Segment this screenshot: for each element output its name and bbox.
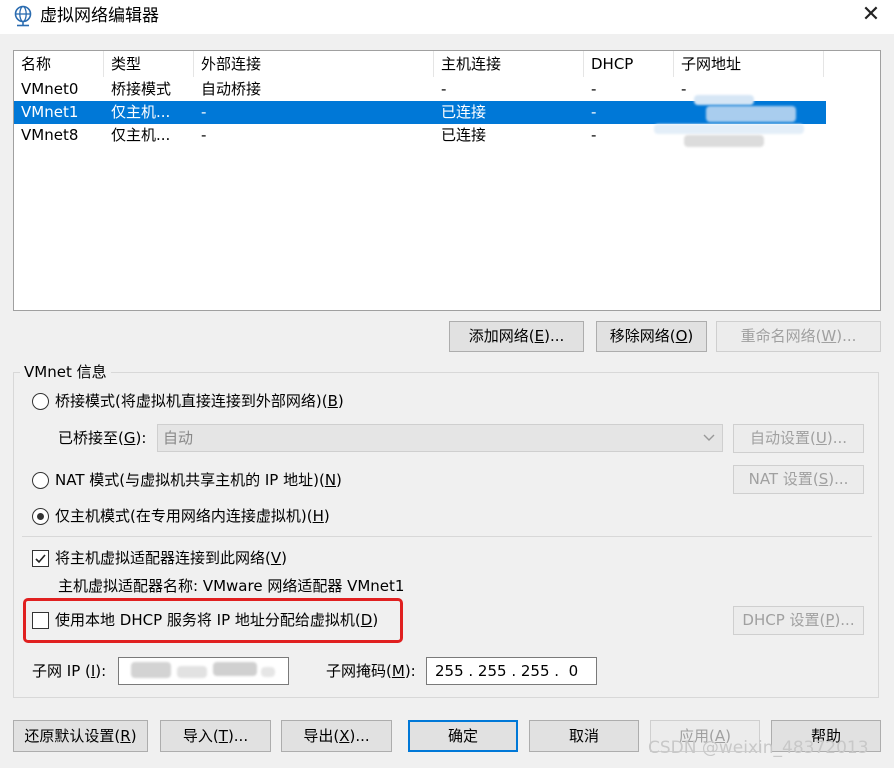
column-header-dhcp[interactable]: DHCP [584, 51, 674, 77]
auto-settings-button[interactable]: 自动设置(U)... [733, 424, 864, 453]
cell-dhcp: - [591, 126, 597, 144]
import-button[interactable]: 导入(T)... [160, 720, 271, 752]
column-header-external[interactable]: 外部连接 [194, 51, 434, 77]
cell-name: VMnet0 [21, 80, 79, 98]
red-highlight-box [23, 598, 403, 643]
cell-host: 已连接 [441, 103, 487, 121]
network-globe-icon [14, 5, 32, 27]
host-only-mode-radio[interactable] [32, 508, 49, 525]
cell-name: VMnet1 [21, 103, 79, 121]
cell-name: VMnet8 [21, 126, 79, 144]
checkmark-icon [35, 554, 46, 564]
vmnet-info-group [13, 372, 879, 698]
network-list[interactable]: 名称 类型 外部连接 主机连接 DHCP 子网地址 VMnet0 桥接模式 自动… [13, 50, 881, 311]
column-header-host[interactable]: 主机连接 [434, 51, 584, 77]
bridged-mode-label[interactable]: 桥接模式(将虚拟机直接连接到外部网络)(B) [55, 390, 344, 412]
subnet-ip-label: 子网 IP (I): [32, 662, 107, 680]
cell-external: 自动桥接 [201, 80, 262, 98]
column-header-type[interactable]: 类型 [104, 51, 194, 77]
ok-button[interactable]: 确定 [408, 720, 518, 752]
cell-dhcp: - [591, 80, 597, 98]
vmnet-info-title: VMnet 信息 [20, 362, 111, 382]
host-only-mode-label[interactable]: 仅主机模式(在专用网络内连接虚拟机)(H) [55, 505, 330, 527]
dhcp-settings-button[interactable]: DHCP 设置(P)... [733, 606, 864, 635]
cell-subnet: - [681, 80, 687, 98]
cell-type: 仅主机... [111, 126, 171, 144]
restore-defaults-button[interactable]: 还原默认设置(R) [13, 720, 148, 752]
connect-adapter-label[interactable]: 将主机虚拟适配器连接到此网络(V) [55, 547, 287, 569]
subnet-mask-value: 255 . 255 . 255 . 0 [435, 662, 579, 680]
subnet-mask-input[interactable]: 255 . 255 . 255 . 0 [426, 657, 597, 685]
watermark-text: CSDN @weixin_48372013 [648, 738, 869, 758]
cell-type: 仅主机... [111, 103, 171, 121]
rename-network-button[interactable]: 重命名网络(W)... [716, 321, 881, 352]
list-header: 名称 类型 外部连接 主机连接 DHCP 子网地址 [14, 51, 880, 77]
nat-mode-label[interactable]: NAT 模式(与虚拟机共享主机的 IP 地址)(N) [55, 469, 342, 491]
cell-dhcp: - [591, 103, 597, 121]
nat-mode-radio[interactable] [32, 472, 49, 489]
cell-external: - [201, 103, 207, 121]
cell-host: - [441, 80, 447, 98]
connect-adapter-checkbox[interactable] [32, 550, 49, 567]
adapter-name-text: 主机虚拟适配器名称: VMware 网络适配器 VMnet1 [58, 577, 405, 595]
nat-settings-button[interactable]: NAT 设置(S)... [733, 465, 864, 494]
section-divider [22, 536, 872, 537]
column-header-subnet[interactable]: 子网地址 [674, 51, 824, 77]
cell-external: - [201, 126, 207, 144]
bridged-to-select[interactable]: 自动 [157, 424, 723, 452]
cell-type: 桥接模式 [111, 80, 172, 98]
add-network-button[interactable]: 添加网络(E)... [449, 321, 584, 352]
title-bar: 虚拟网络编辑器 ✕ [0, 0, 894, 34]
radio-selected-dot [36, 512, 44, 520]
cell-host: 已连接 [441, 126, 487, 144]
chevron-down-icon [703, 434, 715, 441]
cell-subnet [674, 101, 681, 124]
bridged-to-value: 自动 [163, 429, 194, 447]
export-button[interactable]: 导出(X)... [281, 720, 392, 752]
close-button[interactable]: ✕ [852, 0, 890, 30]
cancel-button[interactable]: 取消 [529, 720, 639, 752]
subnet-ip-input[interactable] [118, 657, 289, 685]
bridged-to-label: 已桥接至(G): [58, 429, 147, 447]
column-header-name[interactable]: 名称 [14, 51, 104, 77]
remove-network-button[interactable]: 移除网络(O) [596, 321, 707, 352]
window-title: 虚拟网络编辑器 [40, 6, 159, 26]
bridged-mode-radio[interactable] [32, 393, 49, 410]
subnet-mask-label: 子网掩码(M): [326, 662, 416, 680]
